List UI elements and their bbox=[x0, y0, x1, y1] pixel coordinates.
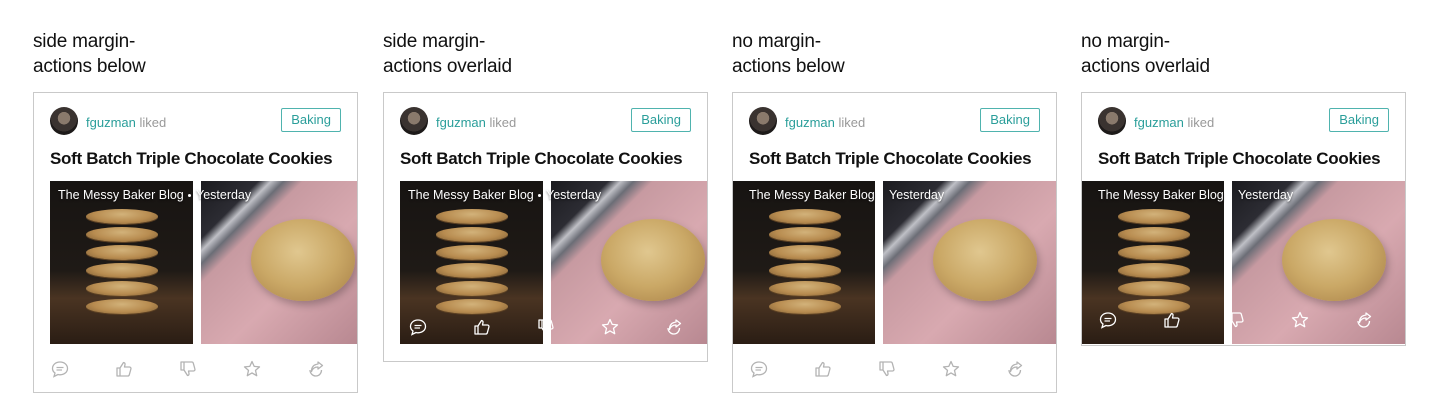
variant-label-line2: actions overlaid bbox=[1081, 56, 1210, 77]
cookie-stack-image[interactable] bbox=[733, 181, 875, 344]
star-icon[interactable] bbox=[941, 359, 961, 379]
action-bar bbox=[749, 359, 1056, 379]
variant-label-line2: actions below bbox=[732, 56, 845, 77]
comment-icon[interactable] bbox=[1098, 310, 1118, 330]
separator-dot bbox=[188, 194, 191, 197]
cookie-stack-image[interactable] bbox=[50, 181, 193, 344]
feed-card[interactable]: fguzman liked Baking Soft Batch Triple C… bbox=[383, 92, 708, 362]
comment-icon[interactable] bbox=[408, 317, 428, 337]
thumbs-down-icon[interactable] bbox=[1226, 310, 1246, 330]
timestamp: Yesterday bbox=[546, 188, 602, 202]
action-bar bbox=[50, 359, 357, 379]
separator-dot bbox=[878, 194, 881, 197]
image-strip[interactable]: The Messy Baker Blog Yesterday bbox=[733, 181, 1056, 344]
separator-dot bbox=[538, 194, 541, 197]
thumbs-up-icon[interactable] bbox=[813, 359, 833, 379]
single-cookie-image[interactable] bbox=[883, 181, 1056, 344]
avatar[interactable] bbox=[50, 107, 78, 135]
activity-verb: liked bbox=[489, 115, 517, 130]
username-link[interactable]: fguzman bbox=[86, 115, 136, 130]
avatar[interactable] bbox=[749, 107, 777, 135]
variant-label-line2: actions overlaid bbox=[383, 56, 512, 77]
variant-label-line1: side margin- bbox=[33, 31, 136, 52]
card-title[interactable]: Soft Batch Triple Chocolate Cookies bbox=[400, 149, 683, 169]
card-header: fguzman liked Baking bbox=[400, 107, 691, 137]
avatar[interactable] bbox=[400, 107, 428, 135]
category-tag[interactable]: Baking bbox=[1329, 108, 1389, 132]
username-link[interactable]: fguzman bbox=[436, 115, 486, 130]
feed-card[interactable]: fguzman liked Baking Soft Batch Triple C… bbox=[732, 92, 1057, 393]
share-icon[interactable] bbox=[306, 359, 326, 379]
variant-label-line2: actions below bbox=[33, 56, 146, 77]
variant-label-line1: no margin- bbox=[732, 31, 821, 52]
feed-card[interactable]: fguzman liked Baking Soft Batch Triple C… bbox=[33, 92, 358, 393]
share-icon[interactable] bbox=[1354, 310, 1374, 330]
share-icon[interactable] bbox=[1005, 359, 1025, 379]
card-title[interactable]: Soft Batch Triple Chocolate Cookies bbox=[749, 149, 1032, 169]
comment-icon[interactable] bbox=[50, 359, 70, 379]
comment-icon[interactable] bbox=[749, 359, 769, 379]
star-icon[interactable] bbox=[242, 359, 262, 379]
action-bar bbox=[400, 317, 707, 337]
username-link[interactable]: fguzman bbox=[1134, 115, 1184, 130]
activity-line: fguzman liked bbox=[1134, 115, 1214, 130]
category-tag[interactable]: Baking bbox=[631, 108, 691, 132]
thumbs-down-icon[interactable] bbox=[178, 359, 198, 379]
variant-label-line1: no margin- bbox=[1081, 31, 1170, 52]
image-strip[interactable]: The Messy Baker Blog Yesterday bbox=[50, 181, 357, 344]
timestamp: Yesterday bbox=[889, 188, 945, 202]
separator-dot bbox=[1227, 194, 1230, 197]
source-label[interactable]: The Messy Baker Blog bbox=[749, 188, 875, 202]
card-header: fguzman liked Baking bbox=[50, 107, 341, 137]
category-tag[interactable]: Baking bbox=[281, 108, 341, 132]
activity-verb: liked bbox=[139, 115, 167, 130]
activity-line: fguzman liked bbox=[436, 115, 516, 130]
card-header: fguzman liked Baking bbox=[749, 107, 1040, 137]
source-label[interactable]: The Messy Baker Blog bbox=[1098, 188, 1224, 202]
thumbs-down-icon[interactable] bbox=[536, 317, 556, 337]
share-icon[interactable] bbox=[664, 317, 684, 337]
thumbs-up-icon[interactable] bbox=[114, 359, 134, 379]
thumbs-down-icon[interactable] bbox=[877, 359, 897, 379]
card-title[interactable]: Soft Batch Triple Chocolate Cookies bbox=[1098, 149, 1381, 169]
activity-line: fguzman liked bbox=[86, 115, 166, 130]
star-icon[interactable] bbox=[1290, 310, 1310, 330]
variant-label: no margin- actions below bbox=[732, 29, 1032, 79]
timestamp: Yesterday bbox=[1238, 188, 1294, 202]
activity-verb: liked bbox=[838, 115, 866, 130]
thumbs-up-icon[interactable] bbox=[1162, 310, 1182, 330]
variant-label: side margin- actions below bbox=[33, 29, 333, 79]
variant-label-line1: side margin- bbox=[383, 31, 486, 52]
avatar[interactable] bbox=[1098, 107, 1126, 135]
feed-card[interactable]: fguzman liked Baking Soft Batch Triple C… bbox=[1081, 92, 1406, 346]
variant-label: side margin- actions overlaid bbox=[383, 29, 683, 79]
source-label[interactable]: The Messy Baker Blog bbox=[408, 188, 534, 202]
category-tag[interactable]: Baking bbox=[980, 108, 1040, 132]
star-icon[interactable] bbox=[600, 317, 620, 337]
variant-label: no margin- actions overlaid bbox=[1081, 29, 1381, 79]
timestamp: Yesterday bbox=[196, 188, 252, 202]
card-header: fguzman liked Baking bbox=[1098, 107, 1389, 137]
card-title[interactable]: Soft Batch Triple Chocolate Cookies bbox=[50, 149, 333, 169]
thumbs-up-icon[interactable] bbox=[472, 317, 492, 337]
source-label[interactable]: The Messy Baker Blog bbox=[58, 188, 184, 202]
single-cookie-image[interactable] bbox=[201, 181, 357, 344]
username-link[interactable]: fguzman bbox=[785, 115, 835, 130]
activity-line: fguzman liked bbox=[785, 115, 865, 130]
action-bar bbox=[1098, 310, 1405, 330]
activity-verb: liked bbox=[1187, 115, 1215, 130]
